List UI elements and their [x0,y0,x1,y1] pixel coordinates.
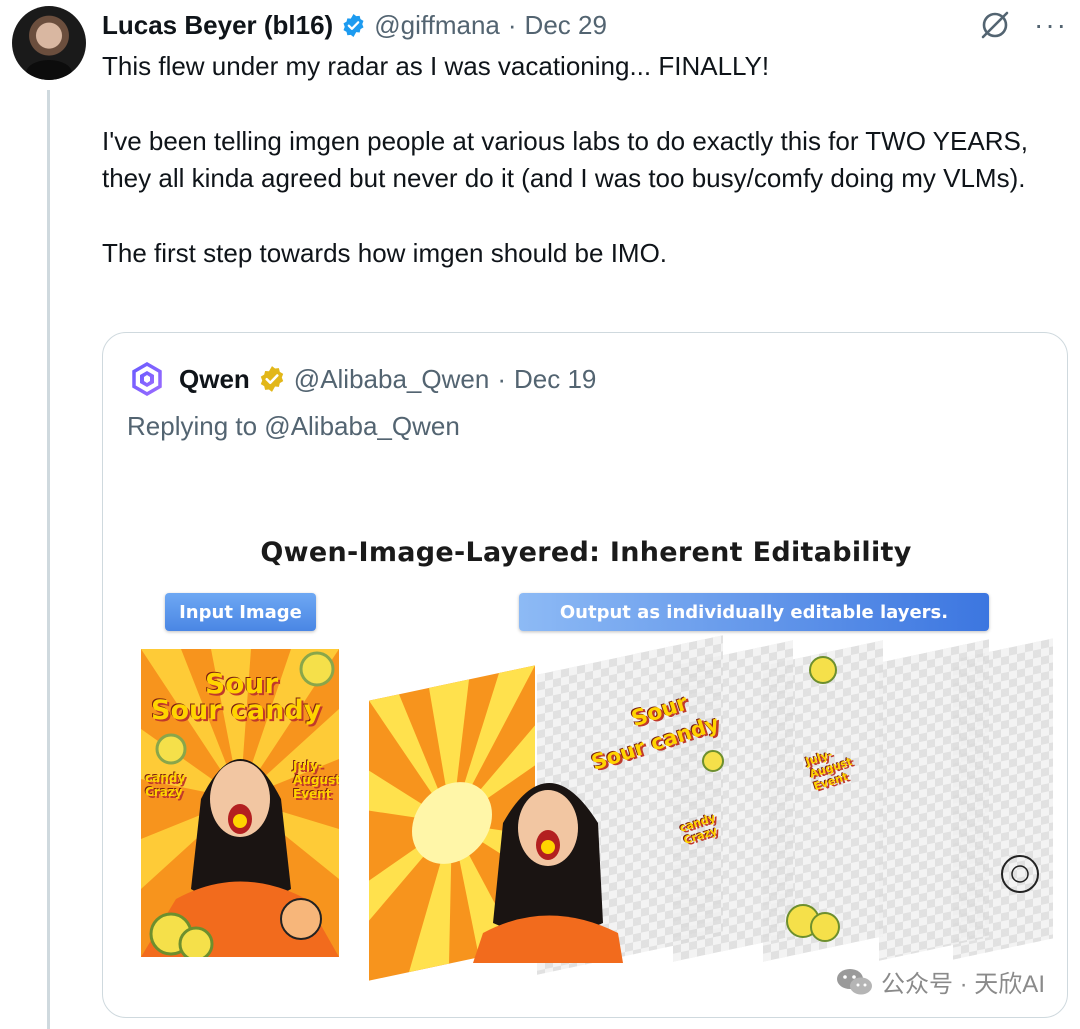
grok-icon[interactable] [978,8,1012,42]
tweet-paragraph: I've been telling imgen people at variou… [102,125,1029,194]
layer-decorations [702,656,1039,942]
gold-verified-badge-icon [260,366,283,392]
separator-dot: · [507,9,517,40]
watermark-text: 公众号 · 天欣AI [880,971,1045,998]
author-name[interactable]: Lucas Beyer (bl16) [102,10,333,41]
quoted-tweet-header: Qwen @Alibaba_Qwen · Dec 19 [129,361,596,397]
watermark: 公众号 · 天欣AI [835,964,1045,999]
tweet-date[interactable]: Dec 29 [525,10,607,41]
more-options-icon[interactable]: ··· [1034,11,1068,39]
tweet-header: Lucas Beyer (bl16) @giffmana · Dec 29 [102,8,607,42]
tweet-actions-top: ··· [978,8,1068,42]
tweet-text: This flew under my radar as I was vacati… [102,48,1052,272]
replying-to[interactable]: Replying to @Alibaba_Qwen [127,411,460,442]
quoted-tweet-date[interactable]: Dec 19 [514,364,596,395]
verified-badge-icon [341,13,366,38]
quoted-tweet[interactable]: Qwen @Alibaba_Qwen · Dec 19 Replying to … [102,332,1068,1018]
wechat-icon [836,968,872,994]
quoted-author-handle[interactable]: @Alibaba_Qwen [294,364,490,395]
qwen-logo-icon[interactable] [129,361,165,397]
tweet-paragraph: This flew under my radar as I was vacati… [102,51,770,81]
separator-dot: · [497,363,506,394]
quoted-media-image[interactable]: Qwen-Image-Layered: Inherent Editability… [103,523,1067,983]
author-handle[interactable]: @giffmana [374,10,500,41]
author-avatar[interactable] [12,6,86,80]
tweet-paragraph: The first step towards how imgen should … [102,237,668,268]
thread-line [47,90,50,1029]
quoted-author-name[interactable]: Qwen [179,364,250,395]
